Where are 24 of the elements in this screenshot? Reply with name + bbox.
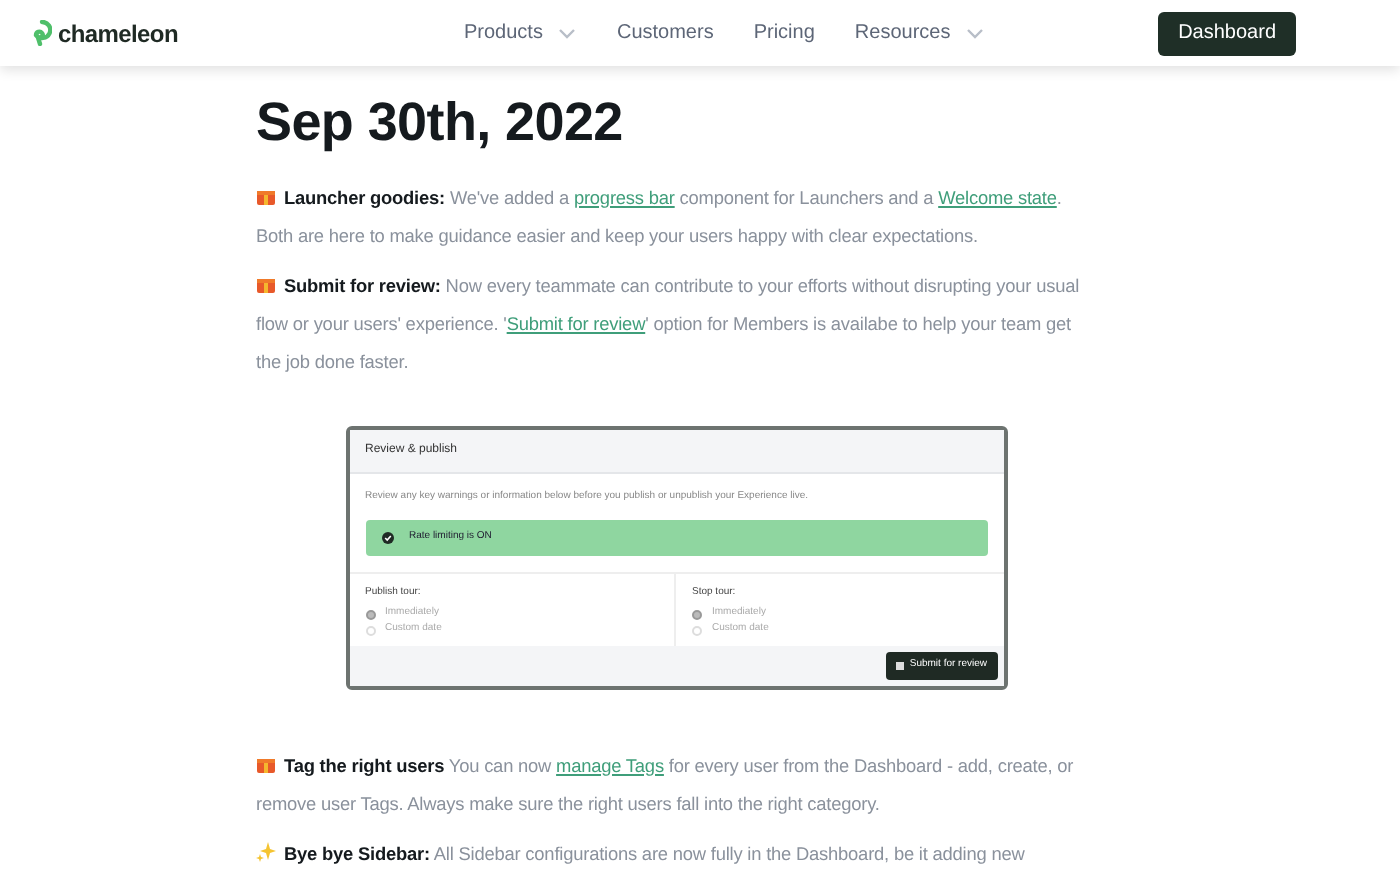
page-title: Sep 30th, 2022 (256, 90, 625, 156)
nav-link[interactable]: Products (464, 18, 577, 48)
release-note-paragraph: Bye bye Sidebar: All Sidebar configurations are now fully in the Dashboard, be it adding new (256, 835, 1096, 870)
radio-button[interactable] (692, 609, 702, 619)
inline-link[interactable]: Welcome state (938, 187, 1057, 207)
check-icon (381, 531, 393, 544)
sparkles-icon (256, 841, 276, 861)
radio-button[interactable] (365, 609, 375, 619)
document-icon (895, 661, 904, 670)
nav-link[interactable]: Customers (616, 18, 714, 48)
brand-name: chameleon (58, 17, 178, 51)
release-note-paragraph: Launcher goodies: We've added a progress bar component for Launchers and a Welcome state. Both are here to make guidance easier and keep your users happy with clear expectations. (256, 183, 1064, 250)
dashboard-button[interactable]: Dashboard (1158, 11, 1296, 55)
gift-icon (256, 753, 276, 773)
inline-link[interactable]: manage Tags (556, 755, 664, 775)
inline-link[interactable]: Submit for review (506, 313, 646, 333)
inline-link[interactable]: progress bar (573, 187, 675, 207)
release-note-paragraph: Tag the right users You can now manage Tags for every user from the Dashboard - add, create, or remove user Tags. Always make sure the right users fall into the right category. (256, 751, 1076, 818)
nav-link[interactable]: Resources (854, 18, 985, 48)
gift-icon (256, 273, 276, 293)
release-note-paragraph: Submit for review: Now every teammate can contribute to your efforts without disrupting your usual flow or your users' experience. 'Submit for review' option for Members is availabe to help your team get the job done faster. (256, 271, 1082, 376)
chameleon-logo-icon (32, 20, 52, 46)
gift-icon (256, 185, 276, 205)
nav-link[interactable]: Pricing (753, 18, 815, 48)
